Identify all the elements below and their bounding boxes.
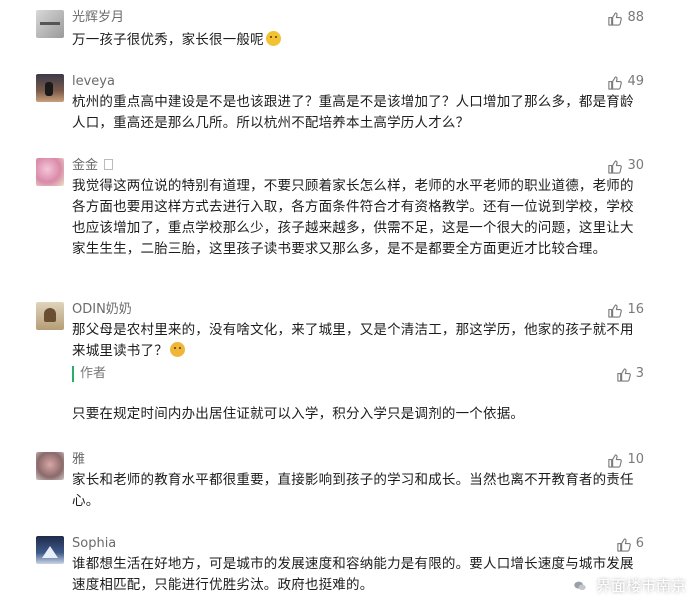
thumbs-up-icon xyxy=(617,537,631,552)
comment-text: 杭州的重点高中建设是不是也该跟进了？重高是不是该增加了？人口增加了那么多，都是育… xyxy=(72,94,634,131)
comment-text: 家长和老师的教育水平都很重要，直接影响到孩子的学习和成长。当然也离不开教育者的责… xyxy=(72,472,634,509)
like-button[interactable]: 49 xyxy=(607,74,644,90)
commenter-name[interactable]: Sophia xyxy=(72,536,116,552)
like-count: 3 xyxy=(635,366,644,381)
avatar[interactable] xyxy=(36,74,64,102)
comment-text: 谁都想生活在好地方，可是城市的发展速度和容纳能力是有限的。要人口增长速度与城市发… xyxy=(72,556,634,593)
avatar[interactable] xyxy=(36,10,64,38)
watermark-text: 界面楼市南京 xyxy=(595,577,686,595)
commenter-name[interactable]: leveya xyxy=(72,74,115,90)
thumbs-up-icon xyxy=(608,11,623,26)
commenter-name[interactable]: 光辉岁月 xyxy=(72,10,124,26)
watermark: 界面楼市南京 xyxy=(569,575,686,596)
commenter-name[interactable]: 雅 xyxy=(72,452,85,468)
avatar[interactable] xyxy=(36,158,64,186)
thumbs-up-icon xyxy=(608,303,623,318)
avatar[interactable] xyxy=(36,452,64,480)
like-count: 30 xyxy=(627,158,644,173)
thumbs-up-icon xyxy=(617,367,631,382)
like-button[interactable]: 30 xyxy=(607,158,644,174)
thumbs-up-icon xyxy=(608,159,623,174)
comment-text: 我觉得这两位说的特别有道理，不要只顾着家长怎么样，老师的水平老师的职业道德，老师… xyxy=(72,178,634,257)
awkward-emoji-icon xyxy=(169,342,185,357)
wechat-icon xyxy=(569,575,590,596)
commenter-name[interactable]: ODIN奶奶 xyxy=(72,302,132,318)
badge-icon xyxy=(104,159,114,170)
like-count: 10 xyxy=(627,452,644,467)
like-count: 6 xyxy=(635,536,644,551)
like-count: 16 xyxy=(627,302,644,317)
comment-text: 万一孩子很优秀，家长很一般呢 xyxy=(72,30,642,51)
smile-emoji-icon xyxy=(265,31,281,46)
like-count: 49 xyxy=(627,74,644,89)
like-button[interactable]: 10 xyxy=(607,452,644,468)
avatar[interactable] xyxy=(36,302,64,330)
commenter-name-text: 金金 xyxy=(72,158,99,173)
reply-like-button[interactable]: 3 xyxy=(616,366,644,382)
like-button[interactable]: 88 xyxy=(607,10,644,26)
like-count: 88 xyxy=(627,10,644,25)
comment-text-content: 万一孩子很优秀，家长很一般呢 xyxy=(72,32,264,48)
author-reply-text: 只要在规定时间内办出居住证就可以入学，积分入学只是调剂的一个依据。 xyxy=(72,406,525,422)
thumbs-up-icon xyxy=(608,453,623,468)
thumbs-up-icon xyxy=(608,75,623,90)
commenter-name[interactable]: 金金 xyxy=(72,158,114,174)
comment-text-content: 那父母是农村里来的，没有啥文化，来了城里，又是个清洁工，那这学历，他家的孩子就不… xyxy=(72,322,634,359)
like-button[interactable]: 16 xyxy=(607,302,644,318)
avatar[interactable] xyxy=(36,536,64,564)
author-label: 作者 xyxy=(72,366,106,382)
comment-text: 那父母是农村里来的，没有啥文化，来了城里，又是个清洁工，那这学历，他家的孩子就不… xyxy=(72,320,642,362)
like-button[interactable]: 6 xyxy=(616,536,644,552)
